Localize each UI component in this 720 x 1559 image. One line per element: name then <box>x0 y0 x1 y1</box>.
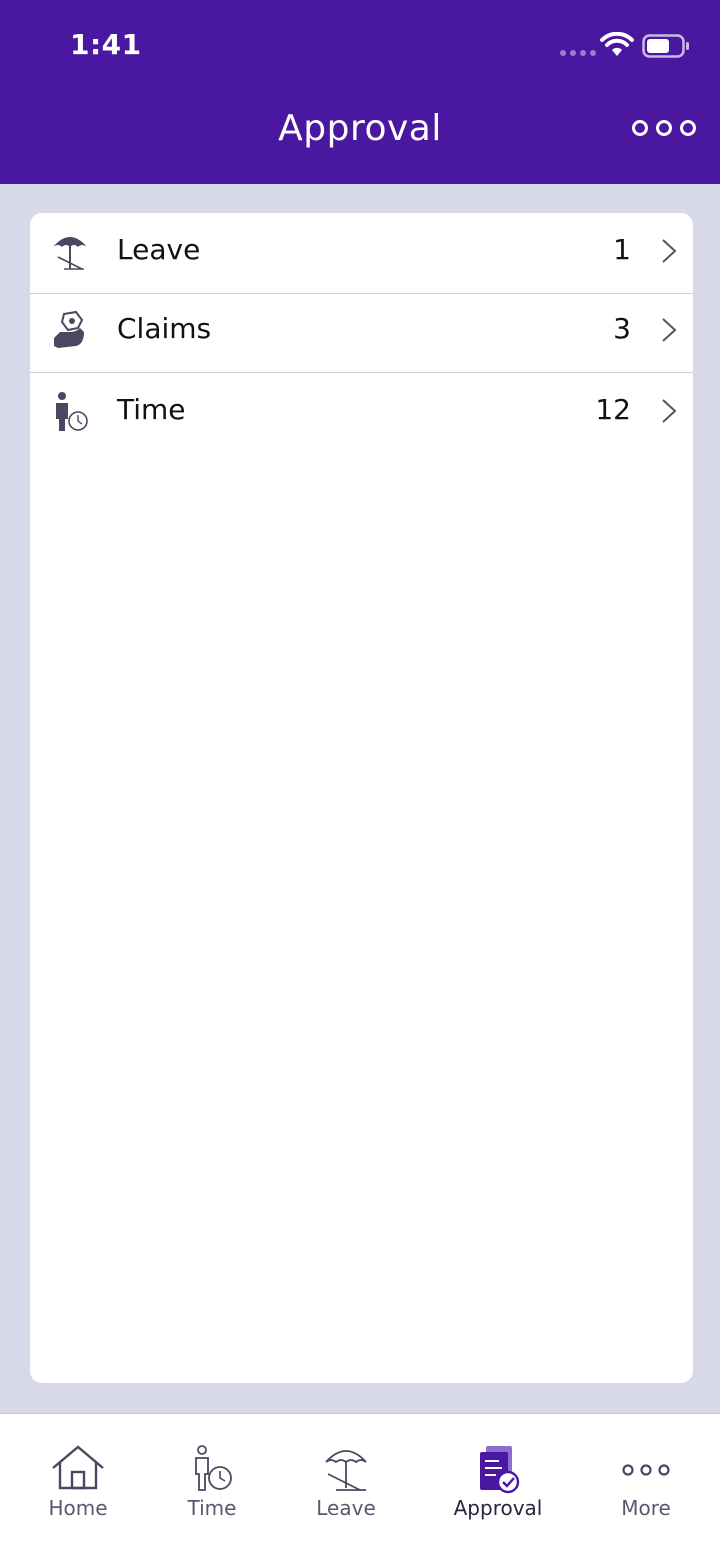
list-item-time[interactable]: Time 12 <box>30 373 693 453</box>
status-time: 1:41 <box>70 28 142 61</box>
tab-more[interactable]: More <box>586 1414 706 1559</box>
list-item-label: Time <box>117 393 186 426</box>
page-title: Approval <box>278 108 442 149</box>
pending-count: 12 <box>595 393 631 426</box>
tab-label: Leave <box>316 1496 376 1520</box>
person-clock-icon <box>195 1445 232 1491</box>
person-clock-icon <box>56 392 88 431</box>
umbrella-icon <box>325 1450 367 1491</box>
wifi-icon <box>600 32 634 56</box>
app-header: 1:41 Approval <box>0 0 720 184</box>
tab-leave[interactable]: Leave <box>286 1414 406 1559</box>
approval-document-icon <box>480 1446 520 1494</box>
umbrella-icon <box>53 237 87 270</box>
tab-label: More <box>621 1496 671 1520</box>
tab-label: Home <box>48 1496 108 1520</box>
tab-time[interactable]: Time <box>152 1414 272 1559</box>
more-options-button[interactable] <box>632 120 696 136</box>
more-dots-icon <box>622 1464 670 1476</box>
cellular-signal-icon <box>560 50 596 56</box>
chevron-right-icon <box>662 239 677 263</box>
battery-icon <box>642 34 689 58</box>
approval-list: Leave 1 Claims 3 Time 12 <box>30 213 693 1383</box>
list-item-leave[interactable]: Leave 1 <box>30 213 693 294</box>
tab-label: Approval <box>453 1496 543 1520</box>
tab-label: Time <box>187 1496 237 1520</box>
list-item-label: Leave <box>117 233 201 266</box>
tab-home[interactable]: Home <box>18 1414 138 1559</box>
chevron-right-icon <box>662 318 677 342</box>
list-item-label: Claims <box>117 312 212 345</box>
tab-approval[interactable]: Approval <box>436 1414 560 1559</box>
bottom-tab-bar: Home Time Leave Approval More <box>0 1413 720 1559</box>
pending-count: 1 <box>613 233 631 266</box>
chevron-right-icon <box>662 399 677 423</box>
pending-count: 3 <box>613 312 631 345</box>
list-item-claims[interactable]: Claims 3 <box>30 292 693 373</box>
home-icon <box>52 1445 104 1490</box>
money-hand-icon <box>54 310 84 348</box>
